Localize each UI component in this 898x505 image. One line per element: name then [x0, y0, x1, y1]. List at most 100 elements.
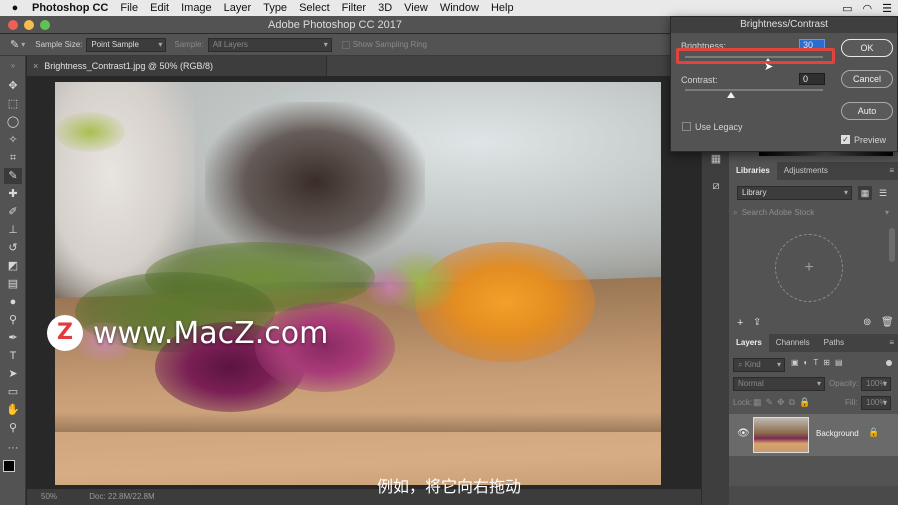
layer-filter-icons[interactable]: ▣◐T⊞▤ — [791, 358, 848, 367]
eraser-tool-icon[interactable]: ◩ — [4, 258, 22, 274]
transform-icon[interactable]: ⧄ — [708, 180, 724, 196]
layer-name[interactable]: Background — [816, 429, 859, 438]
brightness-slider-highlight — [676, 48, 835, 64]
cancel-button[interactable]: Cancel — [841, 70, 893, 88]
auto-button[interactable]: Auto — [841, 102, 893, 120]
ok-button[interactable]: OK — [841, 39, 893, 57]
wifi-icon[interactable]: ◠ — [863, 2, 873, 15]
menu-edit[interactable]: Edit — [150, 2, 169, 14]
menu-type[interactable]: Type — [263, 2, 287, 14]
checkbox-icon — [341, 40, 350, 49]
rectangle-tool-icon[interactable]: ▭ — [4, 384, 22, 400]
add-library-item-icon[interactable]: + — [737, 317, 743, 329]
menu-filter[interactable]: Filter — [342, 2, 366, 14]
contrast-input[interactable]: 0 — [799, 73, 825, 85]
library-scrollbar[interactable] — [889, 228, 895, 262]
use-legacy-checkbox[interactable] — [682, 122, 691, 131]
lasso-tool-icon[interactable]: ◯ — [4, 114, 22, 130]
display-icon[interactable]: ▭ — [842, 2, 852, 15]
menu-file[interactable]: File — [120, 2, 138, 14]
contrast-slider-track[interactable] — [685, 89, 823, 91]
menu-select[interactable]: Select — [299, 2, 330, 14]
apple-icon[interactable]: ● — [8, 2, 22, 14]
tab-paths[interactable]: Paths — [817, 334, 851, 352]
library-select[interactable]: Library — [737, 186, 852, 200]
eyedropper-preset-icon[interactable]: ✎ — [10, 38, 19, 51]
list-view-icon[interactable]: ☰ — [876, 186, 890, 200]
layers-tabs: Layers Channels Paths ≡ — [729, 334, 898, 352]
filter-toggle-icon[interactable] — [886, 360, 892, 366]
chevron-down-icon[interactable]: ▾ — [21, 40, 25, 49]
path-selection-tool-icon[interactable]: ➤ — [4, 366, 22, 382]
menu-image[interactable]: Image — [181, 2, 212, 14]
document-tab[interactable]: × Brightness_Contrast1.jpg @ 50% (RGB/8) — [27, 56, 327, 76]
lock-label: Lock: — [733, 398, 753, 407]
right-panels: Libraries Adjustments ≡ Library ▦ ☰ ⌕ Se… — [729, 152, 898, 505]
dialog-title: Brightness/Contrast — [671, 17, 897, 33]
layer-thumbnail — [753, 417, 809, 453]
library-add-placeholder[interactable]: + — [775, 234, 843, 302]
trash-icon[interactable]: 🗑 — [881, 317, 894, 328]
layer-kind-filter[interactable]: ⌕ Kind — [733, 358, 785, 372]
grid-view-icon[interactable]: ▦ — [858, 186, 872, 200]
gradient-tool-icon[interactable]: ▤ — [4, 276, 22, 292]
menu-layer[interactable]: Layer — [224, 2, 252, 14]
history-brush-tool-icon[interactable]: ↺ — [4, 240, 22, 256]
search-icon: ⌕ — [733, 208, 738, 217]
collapse-toolbar-icon[interactable]: » — [4, 58, 22, 74]
close-tab-icon[interactable]: × — [33, 61, 38, 71]
eyedropper-tool-icon[interactable]: ✎ — [4, 168, 22, 184]
hand-tool-icon[interactable]: ✋ — [4, 402, 22, 418]
contrast-slider-thumb[interactable] — [727, 92, 735, 98]
close-window-button[interactable] — [8, 20, 18, 30]
mouse-pointer-icon: ➤ — [764, 61, 774, 73]
quick-selection-tool-icon[interactable]: ✧ — [4, 132, 22, 148]
menu-window[interactable]: Window — [440, 2, 479, 14]
type-tool-icon[interactable]: T — [4, 348, 22, 364]
more-tools-icon[interactable]: ··· — [4, 440, 22, 456]
chevron-down-icon[interactable]: ▾ — [885, 206, 889, 220]
healing-brush-tool-icon[interactable]: ✚ — [4, 186, 22, 202]
marquee-tool-icon[interactable]: ⬚ — [4, 96, 22, 112]
watermark-text: www.MacZ.com — [93, 315, 329, 351]
opacity-field[interactable]: 100% — [861, 377, 891, 391]
clone-stamp-tool-icon[interactable]: ⊥ — [4, 222, 22, 238]
fill-field[interactable]: 100% — [861, 396, 891, 410]
upload-icon[interactable]: ⇪ — [753, 317, 761, 328]
flowers-photo[interactable] — [55, 82, 661, 485]
zoom-tool-icon[interactable]: ⚲ — [4, 420, 22, 436]
canvas-area[interactable]: Z www.MacZ.com — [27, 76, 701, 489]
tab-adjustments[interactable]: Adjustments — [777, 162, 835, 180]
tab-libraries[interactable]: Libraries — [729, 162, 777, 180]
show-sampling-ring-checkbox[interactable]: Show Sampling Ring — [341, 40, 427, 49]
panel-menu-icon[interactable]: ≡ — [889, 162, 894, 180]
dodge-tool-icon[interactable]: ⚲ — [4, 312, 22, 328]
move-tool-icon[interactable]: ✥ — [4, 78, 22, 94]
menu-list-icon[interactable]: ☰ — [882, 2, 892, 15]
blend-mode-select[interactable]: Normal — [733, 377, 825, 391]
sample-layers-select[interactable]: All Layers — [207, 37, 332, 52]
menu-view[interactable]: View — [404, 2, 428, 14]
watermark-logo: Z — [47, 315, 83, 351]
minimize-window-button[interactable] — [24, 20, 34, 30]
creative-cloud-icon[interactable]: ⊚ — [863, 317, 871, 328]
pen-tool-icon[interactable]: ✒ — [4, 330, 22, 346]
tab-channels[interactable]: Channels — [769, 334, 817, 352]
layer-row-background[interactable]: 👁 Background 🔒 — [729, 414, 898, 456]
preview-checkbox[interactable]: ✓ — [841, 135, 850, 144]
crop-tool-icon[interactable]: ⌗ — [4, 150, 22, 166]
sample-size-select[interactable]: Point Sample — [86, 37, 167, 52]
brush-tool-icon[interactable]: ✐ — [4, 204, 22, 220]
blur-tool-icon[interactable]: ● — [4, 294, 22, 310]
menu-3d[interactable]: 3D — [378, 2, 392, 14]
tab-layers[interactable]: Layers — [729, 334, 769, 352]
zoom-window-button[interactable] — [40, 20, 50, 30]
menu-app[interactable]: Photoshop CC — [32, 2, 108, 14]
search-stock-field[interactable]: ⌕ Search Adobe Stock ▾ — [733, 206, 891, 220]
layers-menu-icon[interactable]: ≡ — [889, 334, 894, 352]
lock-icons[interactable]: ▦✎✥⧉🔒 — [753, 397, 814, 408]
menu-help[interactable]: Help — [491, 2, 514, 14]
preview-label: Preview — [854, 135, 887, 145]
eye-icon[interactable]: 👁 — [737, 428, 750, 439]
swatches-icon[interactable]: ▦ — [708, 152, 724, 168]
